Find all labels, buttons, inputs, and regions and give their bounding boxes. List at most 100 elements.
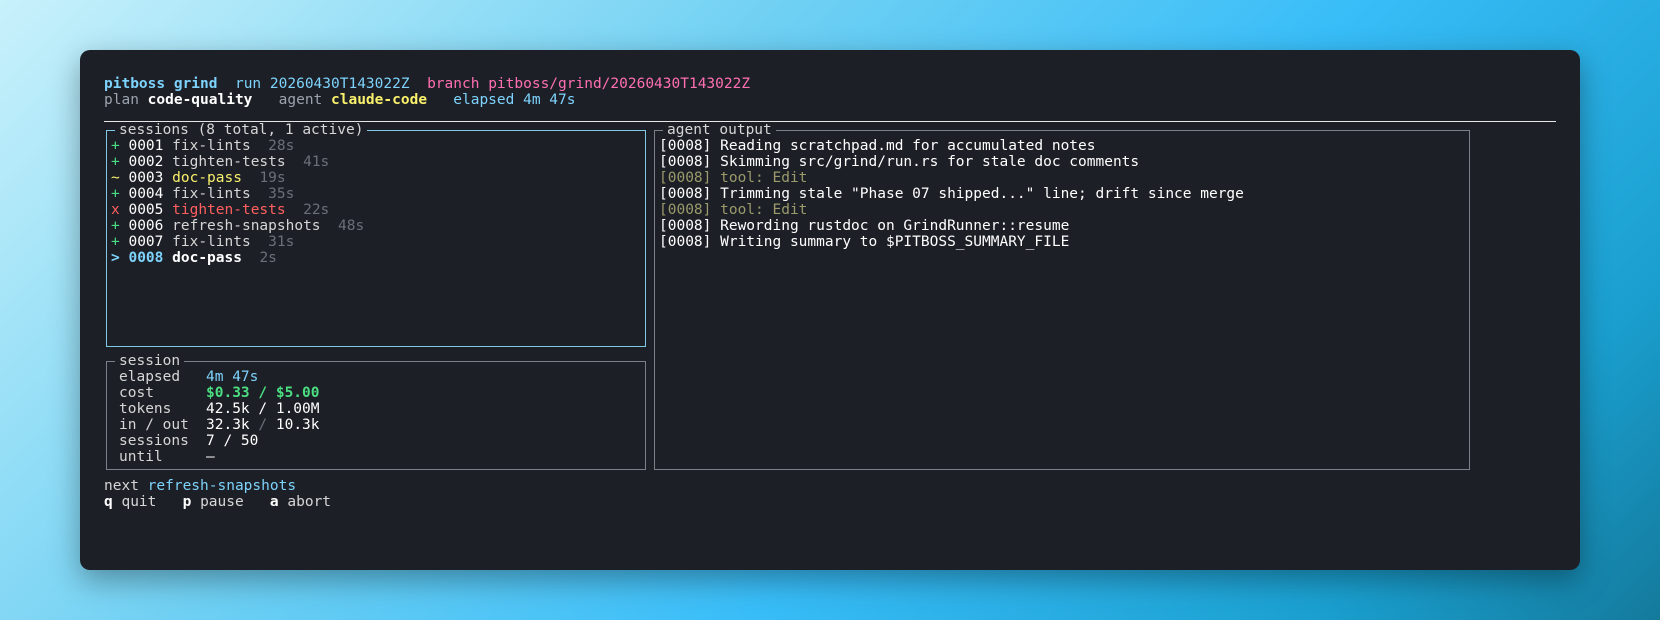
sessions-list: + 0001 fix-lints 28s + 0002 tighten-test… <box>111 138 364 266</box>
terminal-window: pitboss grind run 20260430T143022Z branc… <box>80 50 1580 570</box>
session-id: 0008 <box>128 250 164 266</box>
stat-label: until <box>119 449 163 465</box>
agent-label: agent <box>278 92 323 108</box>
session-duration: 48s <box>338 218 365 234</box>
session-name: tighten-tests <box>172 202 286 218</box>
run-label: run <box>234 76 262 92</box>
session-name: fix-lints <box>172 234 251 250</box>
output-line-tool: [0008] tool: Edit <box>659 170 808 186</box>
stat-label: tokens <box>119 401 172 417</box>
header-line-2: plan code-quality agent claude-code elap… <box>104 92 575 108</box>
key-p: p <box>182 494 192 510</box>
session-status-marker: + <box>111 138 120 154</box>
session-id: 0001 <box>128 138 164 154</box>
session-id: 0003 <box>128 170 164 186</box>
agent-name: claude-code <box>331 92 428 108</box>
stat-value: 4m 47s <box>206 369 259 385</box>
session-stats-list: elapsed 4m 47s cost $0.33 / $5.00 tokens 42… <box>119 369 320 465</box>
session-status-marker: + <box>111 154 120 170</box>
stat-row-tokens: tokens 42.5k / 1.00M <box>119 401 320 417</box>
session-name: fix-lints <box>172 186 251 202</box>
stat-value: $0.33 / $5.00 <box>206 385 320 401</box>
stat-label: elapsed <box>119 369 181 385</box>
stat-label: in / out <box>119 417 189 433</box>
footer-next: next refresh-snapshots <box>104 478 296 494</box>
session-row[interactable]: + 0006 refresh-snapshots 48s <box>111 218 364 234</box>
session-status-marker: + <box>111 186 120 202</box>
stat-row-elapsed: elapsed 4m 47s <box>119 369 320 385</box>
stat-value: 7 / 50 <box>206 433 259 449</box>
session-row[interactable]: + 0004 fix-lints 35s <box>111 186 364 202</box>
agent-output-log: [0008] Reading scratchpad.md for accumul… <box>659 138 1244 250</box>
session-row[interactable]: + 0001 fix-lints 28s <box>111 138 364 154</box>
stat-row-sessions: sessions 7 / 50 <box>119 433 320 449</box>
key-label: pause <box>200 494 244 510</box>
keybind-abort[interactable]: a abort <box>270 494 331 510</box>
agent-output-panel[interactable]: agent output [0008] Reading scratchpad.m… <box>654 122 1470 470</box>
stat-value-in: 32.3k <box>206 417 250 433</box>
next-label: next <box>104 478 139 494</box>
session-name: refresh-snapshots <box>172 218 321 234</box>
session-row[interactable]: ~ 0003 doc-pass 19s <box>111 170 364 186</box>
session-duration: 19s <box>259 170 286 186</box>
stat-row-cost: cost $0.33 / $5.00 <box>119 385 320 401</box>
run-id: 20260430T143022Z <box>269 76 410 92</box>
stat-value: 42.5k / 1.00M <box>206 401 320 417</box>
keybind-pause[interactable]: p pause <box>183 494 244 510</box>
session-id: 0006 <box>128 218 164 234</box>
session-duration: 31s <box>268 234 295 250</box>
header-line-1: pitboss grind run 20260430T143022Z branc… <box>104 76 750 92</box>
keybind-quit[interactable]: q quit <box>104 494 156 510</box>
stat-separator: / <box>258 417 268 433</box>
header-elapsed-value: 4m 47s <box>523 92 576 108</box>
stat-value-out: 10.3k <box>275 417 320 433</box>
session-stats-panel: session elapsed 4m 47s cost $0.33 / $5.00 … <box>106 353 646 470</box>
session-duration: 28s <box>268 138 295 154</box>
plan-label: plan <box>104 92 139 108</box>
session-row[interactable]: + 0002 tighten-tests 41s <box>111 154 364 170</box>
agent-output-title: agent output <box>663 122 776 138</box>
session-row[interactable]: + 0007 fix-lints 31s <box>111 234 364 250</box>
session-name: tighten-tests <box>172 154 286 170</box>
session-id: 0007 <box>128 234 164 250</box>
footer-keybindings: q quit p pause a abort <box>104 494 331 510</box>
header-elapsed-label: elapsed <box>453 92 515 108</box>
stat-label: cost <box>119 385 154 401</box>
branch-name: pitboss/grind/20260430T143022Z <box>488 76 751 92</box>
next-session-name: refresh-snapshots <box>147 478 297 494</box>
session-duration: 22s <box>303 202 330 218</box>
key-label: abort <box>287 494 332 510</box>
session-name: doc-pass <box>172 250 242 266</box>
output-line: [0008] Skimming src/grind/run.rs for sta… <box>659 154 1140 170</box>
branch-label: branch <box>427 76 480 92</box>
session-duration: 2s <box>259 250 277 266</box>
session-status-marker: > <box>111 250 120 266</box>
output-line-tool: [0008] tool: Edit <box>659 202 808 218</box>
session-status-marker: x <box>111 202 120 218</box>
output-line: [0008] Rewording rustdoc on GrindRunner:… <box>659 218 1070 234</box>
session-id: 0005 <box>128 202 164 218</box>
stat-row-inout: in / out 32.3k / 10.3k <box>119 417 320 433</box>
output-line: [0008] Trimming stale "Phase 07 shipped.… <box>659 186 1244 202</box>
session-duration: 35s <box>268 186 295 202</box>
sessions-panel-title: sessions (8 total, 1 active) <box>115 122 368 138</box>
session-name: fix-lints <box>172 138 251 154</box>
session-id: 0002 <box>128 154 164 170</box>
stat-label: sessions <box>119 433 189 449</box>
session-row-active[interactable]: > 0008 doc-pass 2s <box>111 250 364 266</box>
key-q: q <box>104 494 113 510</box>
stat-row-until: until — <box>119 449 320 465</box>
key-label: quit <box>121 494 157 510</box>
app-title: pitboss grind <box>104 76 218 92</box>
plan-name: code-quality <box>147 92 253 108</box>
session-stats-title: session <box>115 353 185 369</box>
key-a: a <box>269 494 279 510</box>
output-line: [0008] Writing summary to $PITBOSS_SUMMA… <box>659 234 1070 250</box>
session-status-marker: + <box>111 218 120 234</box>
session-id: 0004 <box>128 186 164 202</box>
stat-value: — <box>206 449 215 465</box>
session-row[interactable]: x 0005 tighten-tests 22s <box>111 202 364 218</box>
session-name: doc-pass <box>172 170 242 186</box>
sessions-panel[interactable]: sessions (8 total, 1 active) + 0001 fix-… <box>106 122 646 347</box>
session-status-marker: ~ <box>111 170 120 186</box>
